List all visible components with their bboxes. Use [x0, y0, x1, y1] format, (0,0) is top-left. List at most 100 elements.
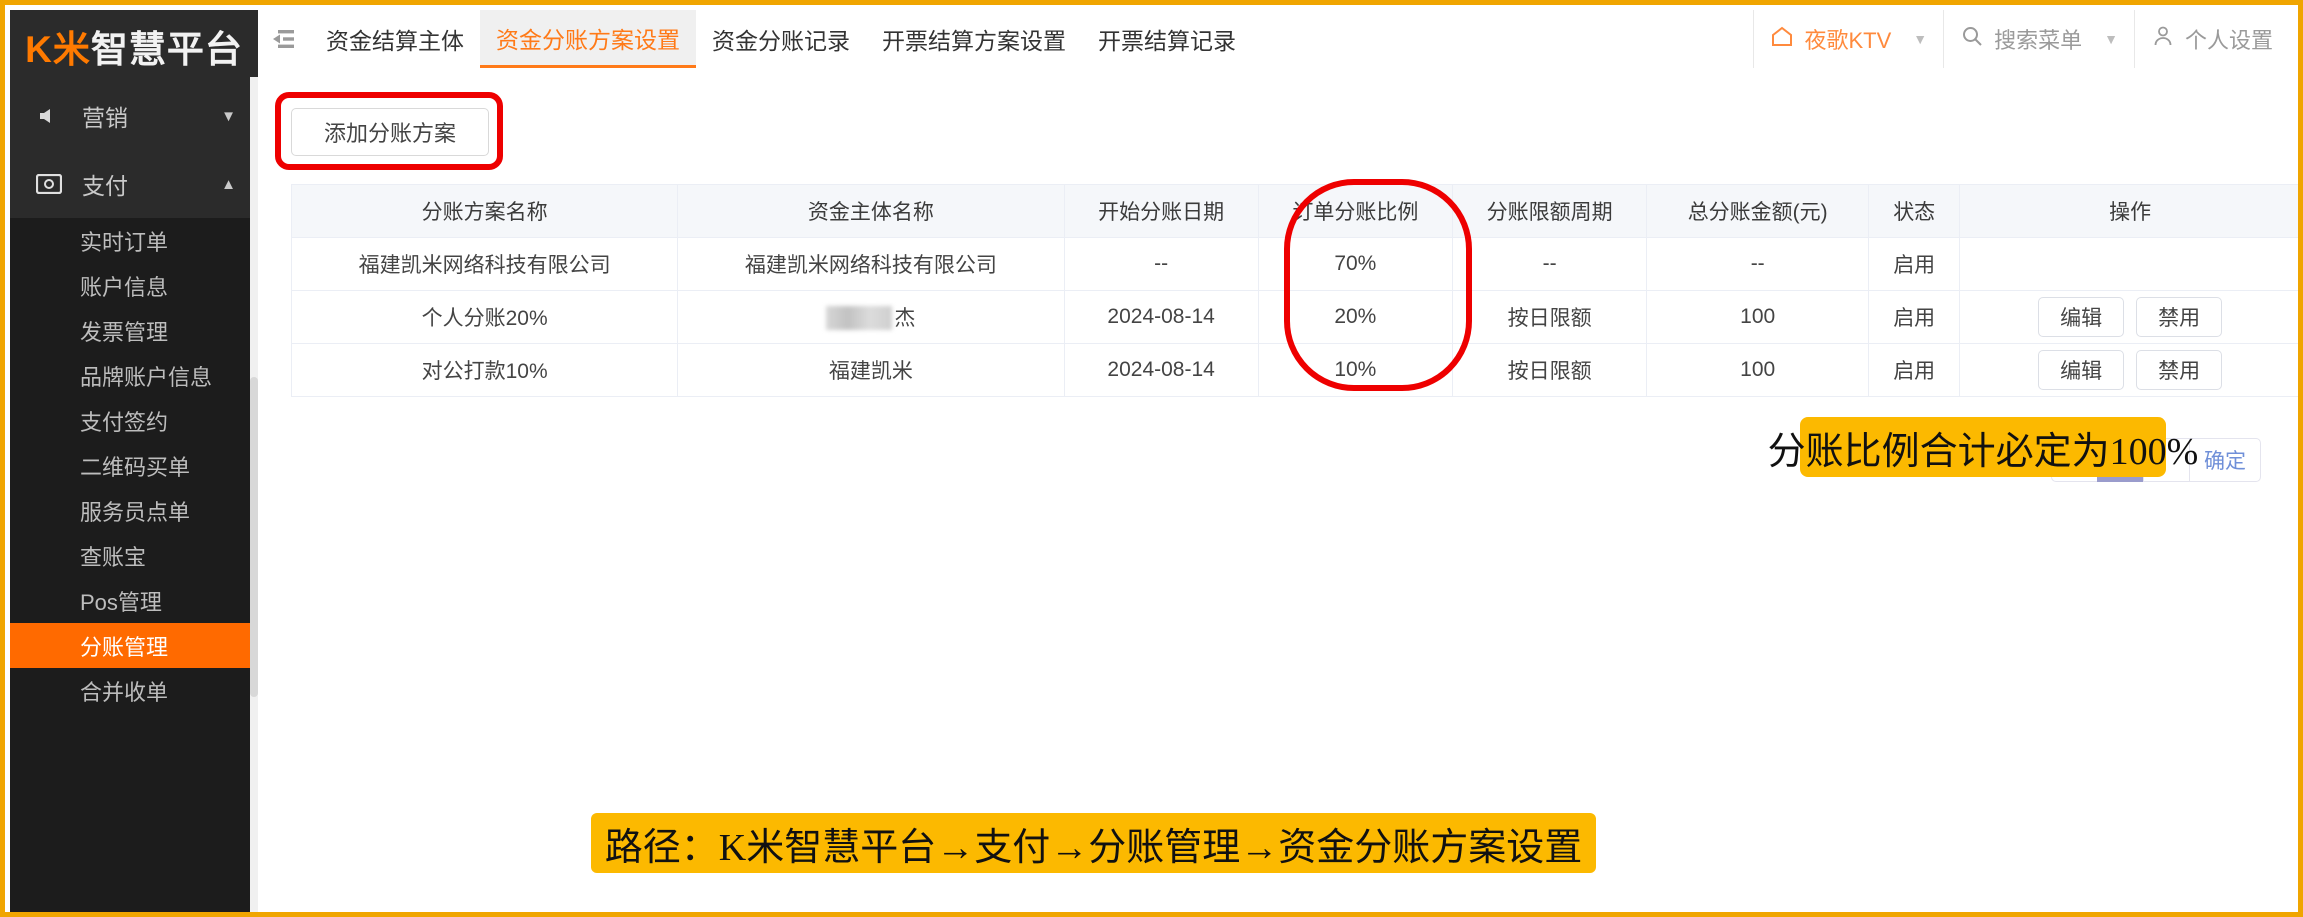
sidebar: K米 智慧平台 营销 ▼ 支付 ▲ 实时订单 账户信息 发票管理 品牌账户信息 …	[10, 10, 258, 912]
search-input[interactable]: 搜索菜单	[1994, 23, 2082, 55]
edit-button[interactable]: 编辑	[2038, 297, 2125, 337]
split-plan-table: 分账方案名称 资金主体名称 开始分账日期 订单分账比例 分账限额周期 总分账金额…	[290, 184, 2298, 397]
pagination-confirm-button[interactable]: 确定	[2189, 438, 2261, 482]
profile-label: 个人设置	[2184, 28, 2273, 53]
cell-plan-name: 个人分账20%	[290, 290, 679, 344]
tab-split-records[interactable]: 资金分账记录	[696, 10, 866, 68]
add-split-plan-button[interactable]: 添加分账方案	[291, 108, 489, 156]
brand-logo: K米 智慧平台	[10, 10, 258, 82]
table-row: 个人分账20% 杰 2024-08-14 20% 按日限额 100 启用 编辑 …	[290, 290, 2298, 344]
chevron-down-icon: ▼	[221, 107, 236, 125]
sidebar-item-label: Pos管理	[80, 589, 162, 615]
cell-order-ratio: 20%	[1257, 290, 1453, 344]
cell-actions: 编辑 禁用	[1959, 290, 2298, 344]
sidebar-item-label: 二维码买单	[80, 454, 191, 480]
col-order-ratio: 订单分账比例	[1257, 184, 1453, 238]
disable-button[interactable]: 禁用	[2136, 350, 2223, 390]
home-icon	[1770, 25, 1794, 53]
sidebar-item-invoice-management[interactable]: 发票管理	[10, 308, 258, 353]
cell-order-ratio: 10%	[1257, 343, 1453, 397]
menu-search[interactable]: 搜索菜单 ▼	[1943, 10, 2134, 68]
sidebar-group-label: 营销	[82, 105, 128, 131]
tab-bar: 资金结算主体 资金分账方案设置 资金分账记录 开票结算方案设置 开票结算记录	[310, 10, 1753, 68]
brand-logo-prefix: K米	[25, 29, 91, 70]
profile-settings-button[interactable]: 个人设置	[2133, 10, 2293, 68]
money-icon	[36, 174, 70, 194]
sidebar-group-label: 支付	[82, 173, 128, 199]
tab-split-plan-settings[interactable]: 资金分账方案设置	[480, 10, 696, 68]
sidebar-item-waiter-order[interactable]: 服务员点单	[10, 488, 258, 533]
col-actions: 操作	[1959, 184, 2298, 238]
app-window: K米 智慧平台 营销 ▼ 支付 ▲ 实时订单 账户信息 发票管理 品牌账户信息 …	[0, 0, 2303, 917]
cell-entity-name: 杰	[677, 290, 1065, 344]
cell-actions: 编辑 禁用	[1959, 343, 2298, 397]
sidebar-item-label: 合并收单	[80, 679, 169, 705]
user-icon	[2151, 24, 2175, 54]
brand-logo-suffix: 智慧平台	[90, 29, 243, 70]
redacted-name-mask	[826, 306, 893, 330]
annotation-path-note-text: 路径：K米智慧平台→支付→分账管理→资金分账方案设置	[604, 826, 1583, 869]
sidebar-item-payment-contract[interactable]: 支付签约	[10, 398, 258, 443]
annotation-ratio-note: 分账比例合计必定为100%	[1768, 417, 2198, 477]
sidebar-group-marketing[interactable]: 营销 ▼	[10, 82, 258, 150]
sidebar-item-qrcode-payment[interactable]: 二维码买单	[10, 443, 258, 488]
sidebar-item-pos-management[interactable]: Pos管理	[10, 578, 258, 623]
tab-invoice-settlement-plan[interactable]: 开票结算方案设置	[866, 10, 1082, 68]
chevron-down-icon: ▼	[1913, 31, 1928, 47]
chevron-down-icon: ▼	[2104, 31, 2118, 47]
add-split-plan-label: 添加分账方案	[323, 121, 456, 146]
sidebar-scrollbar-thumb[interactable]	[250, 377, 258, 697]
sidebar-item-label: 分账管理	[80, 634, 169, 660]
tab-label: 开票结算记录	[1098, 28, 1236, 54]
sidebar-group-payment[interactable]: 支付 ▲	[10, 150, 258, 218]
tab-invoice-settlement-records[interactable]: 开票结算记录	[1082, 10, 1252, 68]
sidebar-item-label: 服务员点单	[80, 499, 191, 525]
sidebar-item-merge-orders[interactable]: 合并收单	[10, 668, 258, 713]
cell-status: 启用	[1868, 290, 1961, 344]
col-total-amount: 总分账金额(元)	[1646, 184, 1870, 238]
tab-label: 资金分账方案设置	[496, 26, 680, 53]
topbar: 资金结算主体 资金分账方案设置 资金分账记录 开票结算方案设置 开票结算记录 夜…	[258, 10, 2293, 69]
cell-start-date: 2024-08-14	[1063, 343, 1259, 397]
search-icon	[1960, 24, 1984, 54]
sidebar-scrollbar[interactable]	[250, 77, 258, 912]
sidebar-item-label: 账户信息	[80, 274, 169, 300]
edit-button[interactable]: 编辑	[2038, 350, 2125, 390]
chevron-up-icon: ▲	[221, 175, 236, 193]
topbar-right: 夜歌KTV ▼ 搜索菜单 ▼ 个人设置	[1753, 10, 2293, 68]
annotation-path-note: 路径：K米智慧平台→支付→分账管理→资金分账方案设置	[591, 813, 1596, 873]
col-entity-name: 资金主体名称	[677, 184, 1065, 238]
table-row: 对公打款10% 福建凯米 2024-08-14 10% 按日限额 100 启用 …	[290, 343, 2298, 397]
sidebar-item-realtime-orders[interactable]: 实时订单	[10, 218, 258, 263]
cell-order-ratio: 70%	[1257, 237, 1453, 291]
table-row: 福建凯米网络科技有限公司 福建凯米网络科技有限公司 -- 70% -- -- 启…	[290, 237, 2298, 291]
sidebar-item-label: 实时订单	[80, 229, 169, 255]
cell-status: 启用	[1868, 237, 1961, 291]
table-header-row: 分账方案名称 资金主体名称 开始分账日期 订单分账比例 分账限额周期 总分账金额…	[290, 184, 2298, 238]
sidebar-item-label: 品牌账户信息	[80, 364, 213, 390]
cell-total-amount: --	[1646, 237, 1870, 291]
store-selector[interactable]: 夜歌KTV ▼	[1753, 10, 1943, 68]
cell-start-date: 2024-08-14	[1063, 290, 1259, 344]
sidebar-item-label: 查账宝	[80, 544, 147, 570]
tab-label: 资金结算主体	[326, 28, 464, 54]
cell-limit-cycle: 按日限额	[1451, 290, 1648, 344]
col-limit-cycle: 分账限额周期	[1451, 184, 1648, 238]
sidebar-item-label: 支付签约	[80, 409, 169, 435]
sidebar-item-brand-account-info[interactable]: 品牌账户信息	[10, 353, 258, 398]
cell-plan-name: 对公打款10%	[290, 343, 679, 397]
cell-start-date: --	[1063, 237, 1259, 291]
cell-entity-name: 福建凯米	[677, 343, 1065, 397]
cell-total-amount: 100	[1646, 290, 1870, 344]
disable-button[interactable]: 禁用	[2136, 297, 2223, 337]
tab-settlement-entity[interactable]: 资金结算主体	[310, 10, 480, 68]
menu-fold-icon[interactable]	[258, 10, 310, 68]
sidebar-item-split-management[interactable]: 分账管理	[10, 623, 258, 668]
col-status: 状态	[1868, 184, 1961, 238]
cell-actions	[1959, 237, 2298, 291]
sidebar-item-account-check[interactable]: 查账宝	[10, 533, 258, 578]
cell-status: 启用	[1868, 343, 1961, 397]
sidebar-item-account-info[interactable]: 账户信息	[10, 263, 258, 308]
main-content: 添加分账方案 分账方案名称 资金主体名称 开始分账日期 订单分账比例 分账限额周…	[258, 68, 2298, 907]
store-name: 夜歌KTV	[1804, 28, 1892, 53]
